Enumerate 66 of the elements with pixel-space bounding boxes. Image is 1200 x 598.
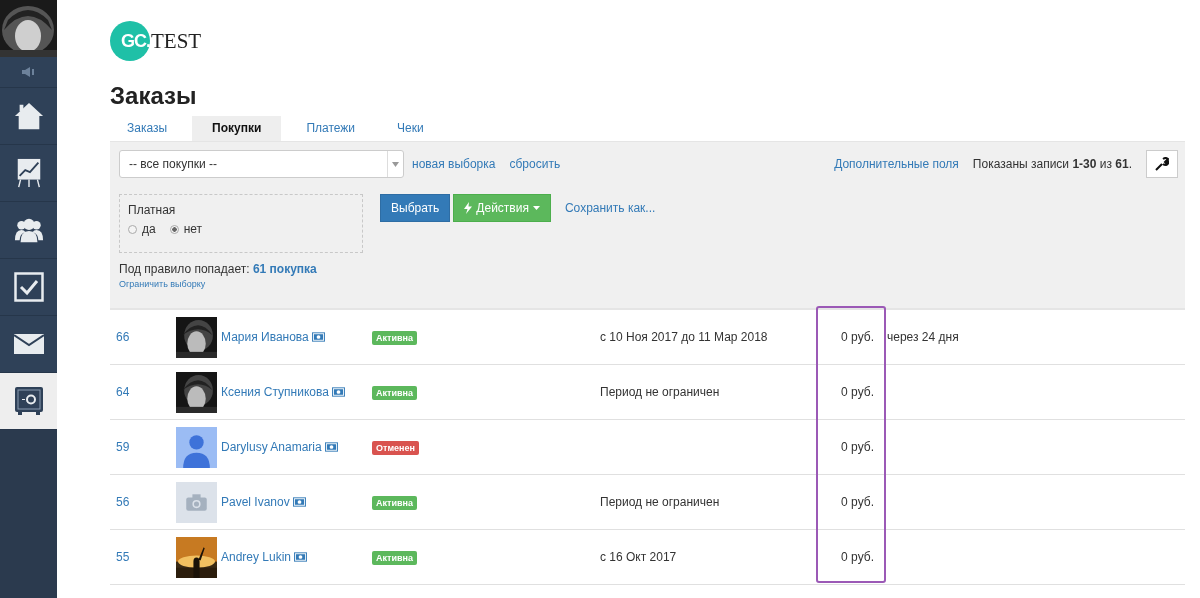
caret-icon xyxy=(392,161,399,167)
price-text: 0 руб. xyxy=(841,440,874,454)
order-id-link[interactable]: 55 xyxy=(110,550,176,564)
status-badge: Активна xyxy=(372,551,417,565)
sidebar-item[interactable] xyxy=(0,259,57,316)
lightning-icon xyxy=(464,202,473,214)
customer-link[interactable]: Pavel Ivanov xyxy=(221,495,290,509)
tab[interactable]: Платежи xyxy=(289,116,373,141)
save-as-link[interactable]: Сохранить как... xyxy=(564,194,656,222)
customer-link[interactable]: Darylusy Anamaria xyxy=(221,440,322,454)
link[interactable]: новая выборка xyxy=(412,157,496,171)
period-text: Период не ограничен xyxy=(600,495,720,509)
money-icon xyxy=(294,552,308,562)
remaining-text: через 24 дня xyxy=(887,330,959,344)
money-icon xyxy=(292,497,306,507)
sidebar-item[interactable] xyxy=(0,373,57,430)
order-id-link[interactable]: 64 xyxy=(110,385,176,399)
logo[interactable]: GC.TEST xyxy=(110,21,202,61)
status-badge: Активна xyxy=(372,496,417,510)
sidebar-item[interactable] xyxy=(0,88,57,145)
radio-option[interactable]: нет xyxy=(169,222,203,236)
caret-icon xyxy=(532,206,540,210)
tab[interactable]: Заказы xyxy=(110,116,185,141)
price-text: 0 руб. xyxy=(841,330,874,344)
condition-label: Платная xyxy=(128,203,177,217)
status-badge: Активна xyxy=(372,331,417,345)
wrench-icon xyxy=(1155,157,1169,171)
order-id-link[interactable]: 56 xyxy=(110,495,176,509)
records-count: Показаны записи 1-30 из 61. xyxy=(972,157,1132,171)
checkbox-icon xyxy=(13,272,44,302)
limit-link[interactable]: Ограничить выборку xyxy=(119,279,206,289)
settings-button[interactable] xyxy=(1146,150,1178,178)
sidebar-item[interactable] xyxy=(0,202,57,259)
order-id-link[interactable]: 66 xyxy=(110,330,176,344)
price-text: 0 руб. xyxy=(841,550,874,564)
link[interactable]: сбросить xyxy=(509,157,561,171)
camera-icon xyxy=(176,481,217,523)
price-text: 0 руб. xyxy=(841,495,874,509)
money-icon xyxy=(331,387,345,397)
summary-text: Под правило попадает: 61 покупка xyxy=(119,262,318,276)
customer-link[interactable]: Andrey Lukin xyxy=(221,550,292,564)
money-icon xyxy=(324,442,338,452)
sidebar-item[interactable] xyxy=(0,316,57,373)
sidebar-item[interactable] xyxy=(0,145,57,202)
status-badge: Отменен xyxy=(372,441,419,455)
period-text: с 10 Ноя 2017 до 11 Мар 2018 xyxy=(600,330,768,344)
tab[interactable]: Покупки xyxy=(192,116,282,141)
safe-icon xyxy=(13,386,44,416)
customer-link[interactable]: Ксения Ступникова xyxy=(221,385,329,399)
order-id-link[interactable]: 59 xyxy=(110,440,176,454)
select-button[interactable]: Выбрать xyxy=(380,194,451,222)
customer-link[interactable]: Мария Иванова xyxy=(221,330,309,344)
period-text: Период не ограничен xyxy=(600,385,720,399)
select-dropdown[interactable]: -- все покупки -- xyxy=(119,150,404,178)
status-badge: Активна xyxy=(372,386,417,400)
page-title: Заказы xyxy=(110,81,198,111)
speaker-icon[interactable] xyxy=(21,67,36,77)
tab[interactable]: Чеки xyxy=(380,116,441,141)
period-text: с 16 Окт 2017 xyxy=(600,550,677,564)
radio-option[interactable]: да xyxy=(128,222,156,236)
avatar-icon xyxy=(176,426,217,468)
home-icon xyxy=(13,101,44,131)
actions-button[interactable]: Действия xyxy=(453,194,551,222)
money-icon xyxy=(311,332,325,342)
extra-fields-link[interactable]: Дополнительные поля xyxy=(834,157,959,171)
price-text: 0 руб. xyxy=(841,385,874,399)
